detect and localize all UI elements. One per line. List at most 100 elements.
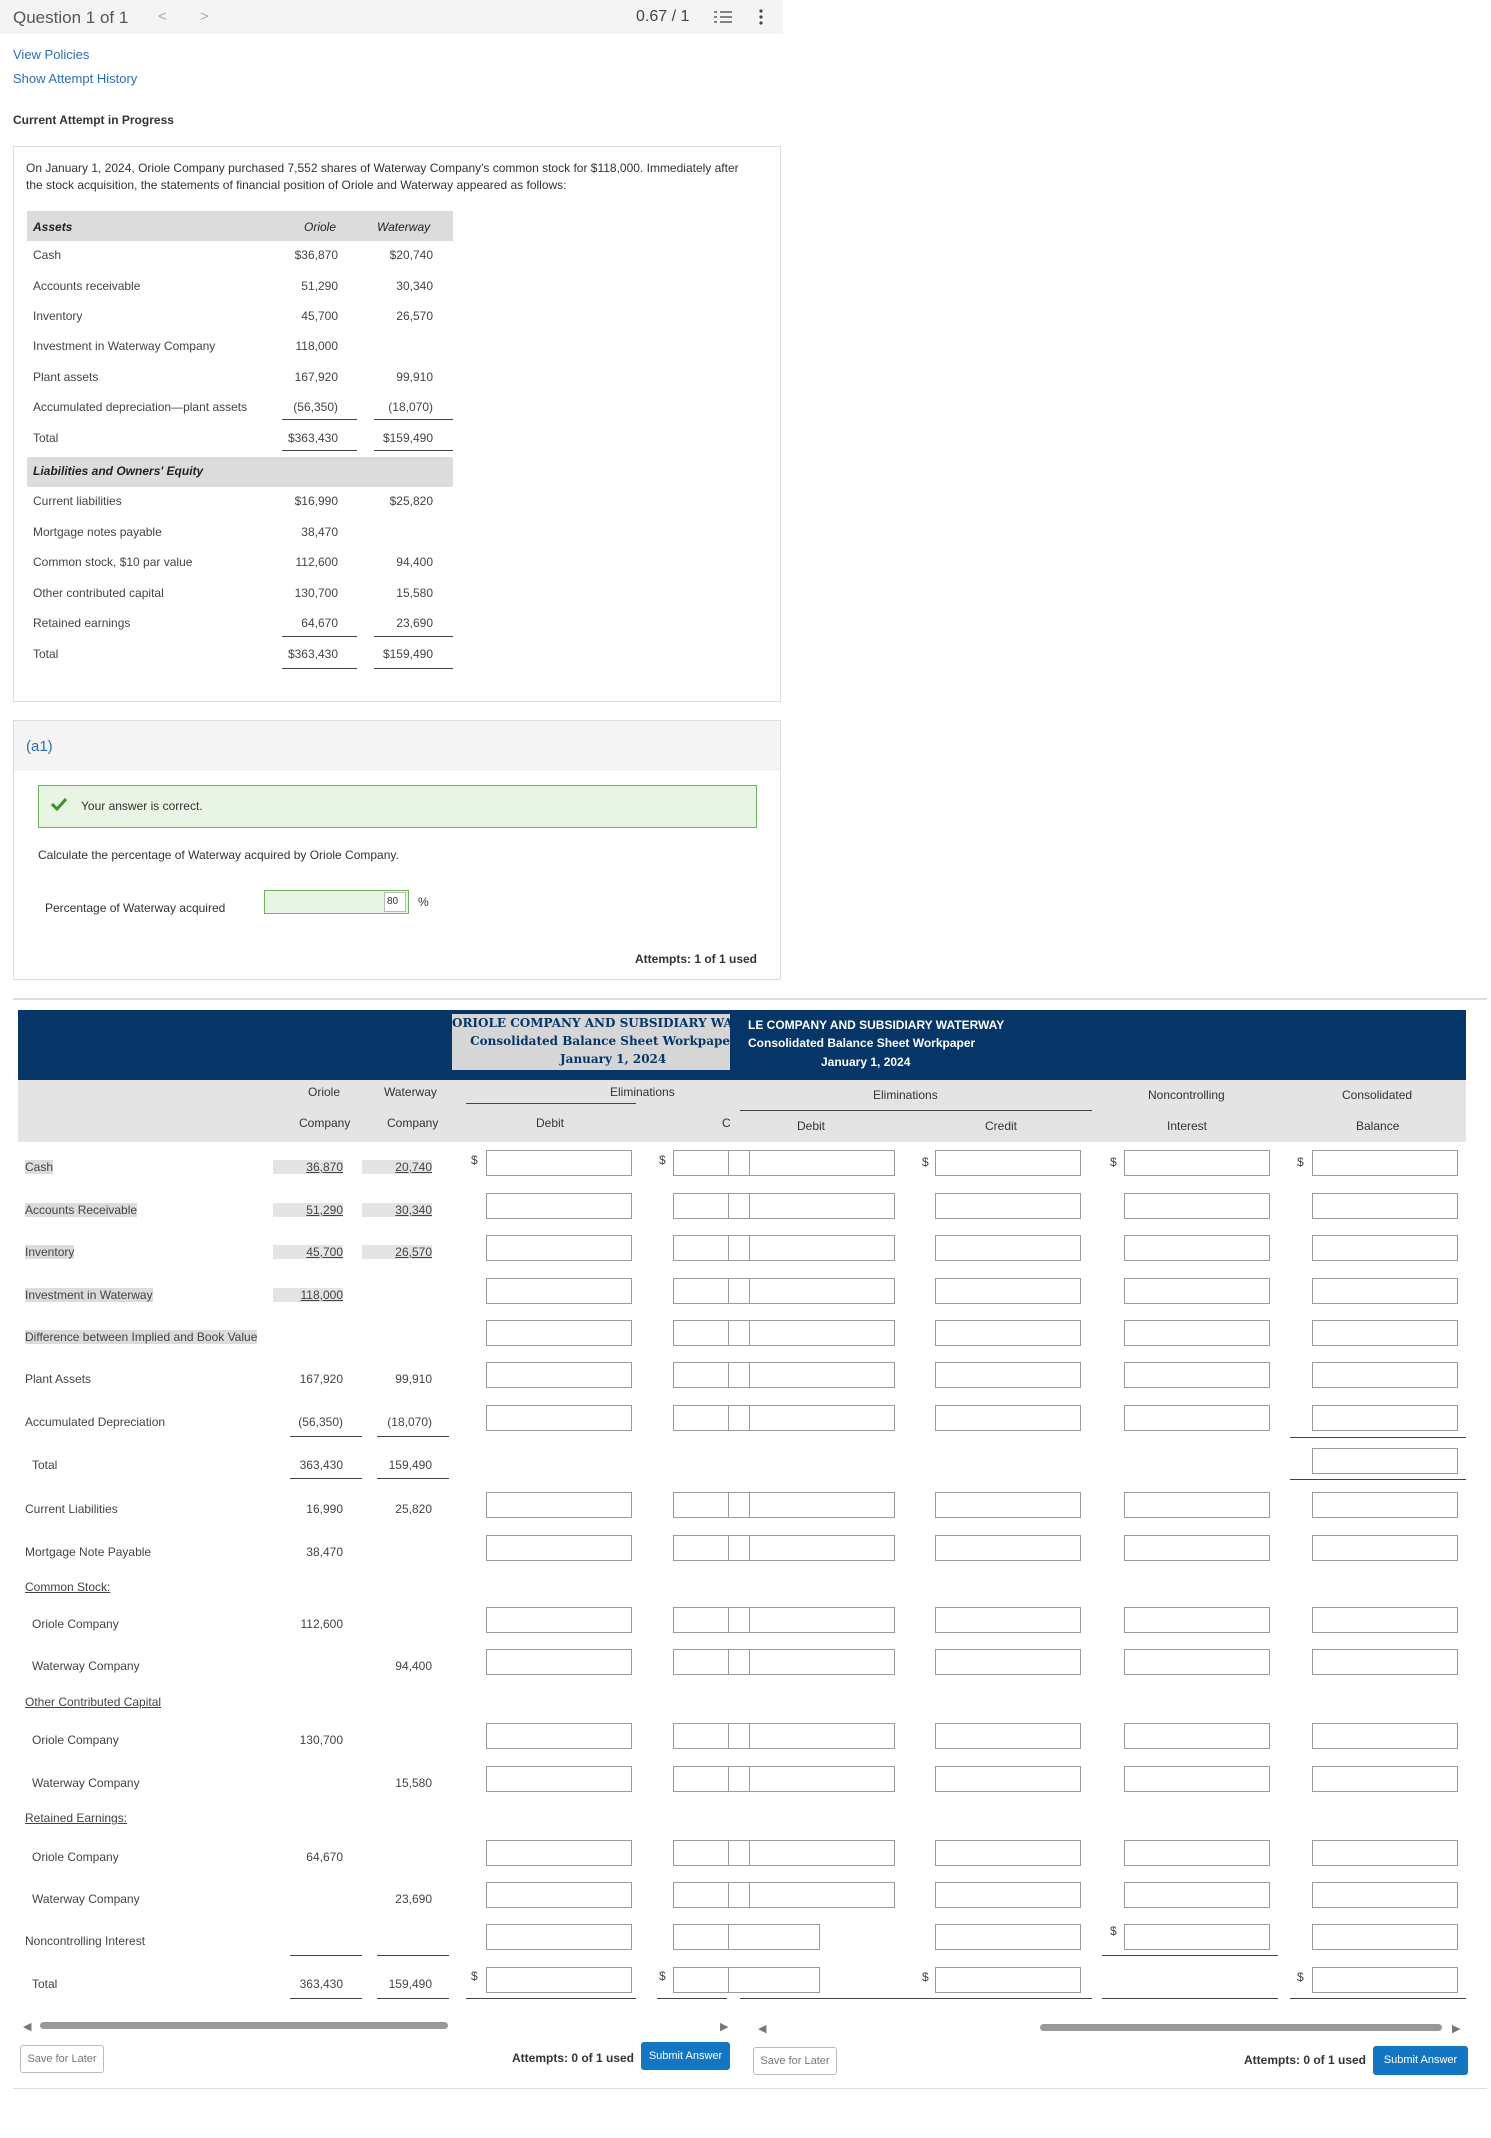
worksheet-input[interactable] — [749, 1235, 895, 1261]
worksheet-input[interactable] — [749, 1492, 895, 1518]
horizontal-scrollbar-left[interactable] — [40, 2022, 448, 2029]
worksheet-input[interactable] — [1124, 1193, 1270, 1219]
worksheet-input[interactable] — [749, 1840, 895, 1866]
worksheet-input[interactable] — [935, 1150, 1081, 1176]
worksheet-input[interactable] — [486, 1362, 632, 1388]
worksheet-input-clipped[interactable] — [673, 1649, 729, 1675]
list-icon[interactable] — [714, 10, 732, 24]
save-for-later-button-2[interactable]: Save for Later — [753, 2047, 837, 2075]
worksheet-input[interactable] — [1124, 1235, 1270, 1261]
worksheet-input[interactable] — [1312, 1320, 1458, 1346]
worksheet-input[interactable] — [486, 1492, 632, 1518]
worksheet-input[interactable] — [486, 1405, 632, 1431]
worksheet-input[interactable] — [1312, 1649, 1458, 1675]
scroll-right-arrow-2[interactable]: ▶ — [1452, 2022, 1460, 2035]
scroll-left-arrow-2[interactable]: ◀ — [758, 2022, 766, 2035]
scroll-left-arrow[interactable]: ◀ — [23, 2020, 31, 2033]
worksheet-input-clipped[interactable] — [673, 1405, 729, 1431]
worksheet-input-clipped[interactable] — [673, 1766, 729, 1792]
worksheet-input[interactable] — [1312, 1492, 1458, 1518]
worksheet-input[interactable] — [486, 1320, 632, 1346]
worksheet-input[interactable] — [935, 1405, 1081, 1431]
worksheet-input[interactable] — [935, 1320, 1081, 1346]
submit-answer-button[interactable]: Submit Answer — [641, 2042, 730, 2070]
worksheet-input[interactable] — [486, 1766, 632, 1792]
worksheet-input-clipped[interactable] — [673, 1723, 729, 1749]
worksheet-input[interactable] — [749, 1193, 895, 1219]
worksheet-input[interactable] — [1312, 1882, 1458, 1908]
worksheet-input[interactable] — [1124, 1723, 1270, 1749]
worksheet-input[interactable] — [935, 1840, 1081, 1866]
next-question-button[interactable]: > — [200, 8, 209, 25]
worksheet-input[interactable] — [749, 1320, 895, 1346]
worksheet-input[interactable] — [1312, 1362, 1458, 1388]
worksheet-input[interactable] — [935, 1967, 1081, 1993]
worksheet-input[interactable] — [1124, 1150, 1270, 1176]
worksheet-input[interactable] — [935, 1766, 1081, 1792]
consolidated-input[interactable] — [1312, 1448, 1458, 1474]
worksheet-input-clipped[interactable] — [673, 1882, 729, 1908]
worksheet-input[interactable] — [486, 1723, 632, 1749]
worksheet-input[interactable] — [1312, 1535, 1458, 1561]
worksheet-input-clipped[interactable] — [673, 1607, 729, 1633]
horizontal-scrollbar-right[interactable] — [1040, 2024, 1442, 2031]
worksheet-input[interactable] — [935, 1193, 1081, 1219]
worksheet-input[interactable] — [749, 1150, 895, 1176]
save-for-later-button[interactable]: Save for Later — [20, 2045, 104, 2073]
worksheet-input-clipped[interactable] — [673, 1278, 729, 1304]
worksheet-input[interactable] — [1312, 1193, 1458, 1219]
worksheet-input[interactable] — [1124, 1362, 1270, 1388]
worksheet-input[interactable] — [749, 1649, 895, 1675]
worksheet-input[interactable] — [749, 1405, 895, 1431]
worksheet-input[interactable] — [749, 1882, 895, 1908]
worksheet-input[interactable] — [1312, 1278, 1458, 1304]
worksheet-input[interactable] — [935, 1882, 1081, 1908]
worksheet-input-clipped[interactable] — [673, 1492, 729, 1518]
worksheet-input[interactable] — [1312, 1723, 1458, 1749]
worksheet-input[interactable] — [935, 1278, 1081, 1304]
worksheet-input[interactable] — [486, 1535, 632, 1561]
worksheet-input[interactable] — [486, 1278, 632, 1304]
attempt-history-link[interactable]: Show Attempt History — [13, 71, 137, 86]
worksheet-input[interactable] — [749, 1362, 895, 1388]
worksheet-input[interactable] — [935, 1535, 1081, 1561]
worksheet-input[interactable] — [749, 1723, 895, 1749]
worksheet-input[interactable] — [935, 1607, 1081, 1633]
worksheet-input[interactable] — [935, 1235, 1081, 1261]
worksheet-input-clipped[interactable] — [673, 1193, 729, 1219]
worksheet-input[interactable] — [486, 1967, 632, 1993]
worksheet-input[interactable] — [1124, 1766, 1270, 1792]
worksheet-input[interactable] — [1312, 1405, 1458, 1431]
worksheet-input-clipped[interactable] — [673, 1924, 729, 1950]
worksheet-input[interactable] — [486, 1649, 632, 1675]
worksheet-input[interactable] — [1124, 1882, 1270, 1908]
worksheet-input[interactable] — [1312, 1150, 1458, 1176]
view-policies-link[interactable]: View Policies — [13, 47, 89, 62]
worksheet-input-clipped[interactable] — [673, 1362, 729, 1388]
worksheet-input-clipped[interactable] — [673, 1320, 729, 1346]
worksheet-input[interactable] — [1312, 1967, 1458, 1993]
worksheet-input[interactable] — [1124, 1649, 1270, 1675]
worksheet-input-clipped[interactable] — [673, 1967, 729, 1993]
worksheet-input-clipped[interactable] — [673, 1535, 729, 1561]
worksheet-input[interactable] — [1124, 1278, 1270, 1304]
scroll-right-arrow[interactable]: ▶ — [720, 2020, 728, 2033]
worksheet-input[interactable] — [486, 1235, 632, 1261]
worksheet-input-clipped[interactable] — [673, 1235, 729, 1261]
worksheet-input[interactable] — [749, 1535, 895, 1561]
worksheet-input[interactable] — [1124, 1405, 1270, 1431]
worksheet-input[interactable] — [1124, 1924, 1270, 1950]
submit-answer-button-2[interactable]: Submit Answer — [1373, 2046, 1468, 2075]
worksheet-input-clipped[interactable] — [673, 1840, 729, 1866]
worksheet-input[interactable] — [935, 1649, 1081, 1675]
more-icon[interactable] — [758, 9, 764, 25]
worksheet-input[interactable] — [486, 1882, 632, 1908]
worksheet-input[interactable] — [749, 1766, 895, 1792]
worksheet-input-clipped[interactable] — [673, 1150, 729, 1176]
worksheet-input[interactable] — [749, 1278, 895, 1304]
worksheet-input[interactable] — [935, 1492, 1081, 1518]
worksheet-input[interactable] — [1312, 1607, 1458, 1633]
worksheet-input[interactable] — [749, 1607, 895, 1633]
worksheet-input[interactable] — [1124, 1840, 1270, 1866]
worksheet-input[interactable] — [1124, 1607, 1270, 1633]
